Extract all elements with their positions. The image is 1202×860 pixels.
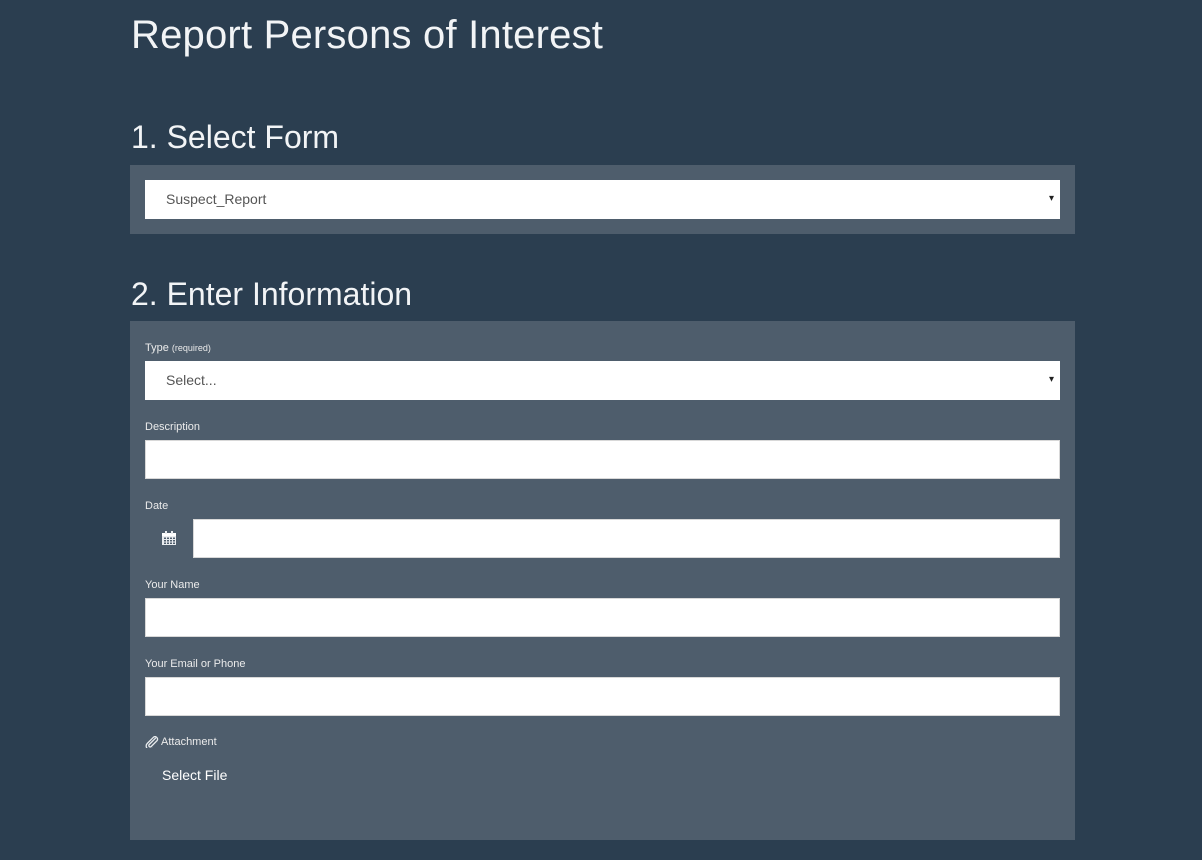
your-name-label: Your Name [145, 579, 200, 591]
chevron-down-icon: ▾ [1048, 374, 1054, 385]
email-phone-label: Your Email or Phone [145, 658, 246, 670]
your-name-input[interactable] [145, 598, 1060, 637]
required-note: (required) [171, 343, 211, 353]
type-select[interactable]: Select... ▾ [145, 361, 1060, 400]
type-label: Type (required) [145, 341, 211, 355]
paperclip-icon [145, 736, 159, 748]
description-label: Description [145, 421, 201, 433]
type-select-value: Select... [166, 372, 217, 388]
section-title-enter-information: 2. Enter Information [131, 276, 413, 312]
select-form-panel: Suspect_Report ▾ [130, 165, 1075, 234]
date-input[interactable] [193, 519, 1060, 558]
description-input[interactable] [145, 440, 1060, 479]
attachment-label: Attachment [145, 735, 217, 749]
select-file-button[interactable]: Select File [162, 766, 227, 784]
email-phone-input[interactable] [145, 677, 1060, 716]
page-title: Report Persons of Interest [131, 13, 604, 57]
type-label-text: Type [145, 342, 169, 354]
form-select[interactable]: Suspect_Report ▾ [145, 180, 1060, 219]
form-select-value: Suspect_Report [166, 191, 267, 207]
chevron-down-icon: ▾ [1048, 193, 1054, 204]
section-title-select-form: 1. Select Form [131, 119, 340, 155]
enter-information-panel: Type (required) Select... ▾ Description D… [130, 321, 1075, 840]
attachment-label-text: Attachment [161, 736, 217, 748]
calendar-icon[interactable] [161, 530, 177, 546]
date-label: Date [145, 500, 169, 512]
